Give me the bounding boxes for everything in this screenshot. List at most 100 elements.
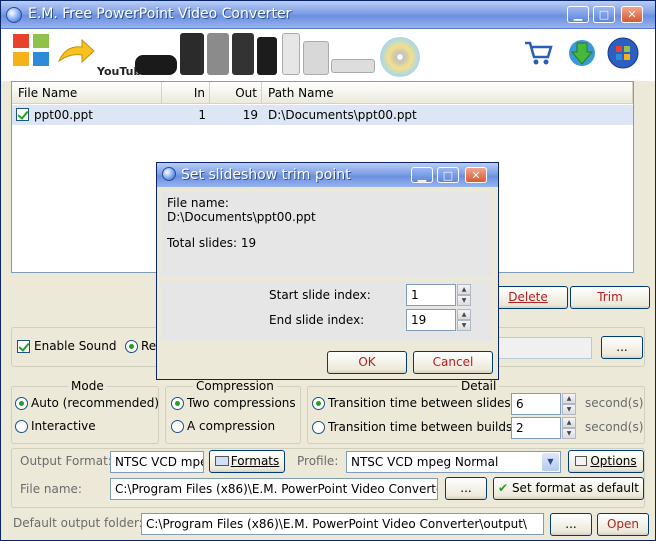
options-icon [575, 456, 588, 466]
row-out: 19 [242, 108, 258, 122]
mode-interactive-radio[interactable] [15, 420, 28, 433]
toolbar: YouTube [1, 29, 655, 81]
sound-radio[interactable] [125, 340, 138, 353]
builds-transition-spinner[interactable]: ▲ ▼ [562, 417, 576, 439]
list-header: File Name In Out Path Name [12, 82, 633, 104]
sound-browse-button[interactable]: ... [601, 336, 643, 359]
dialog-file-name-label: File name: [167, 196, 229, 210]
close-button[interactable]: ✕ [621, 6, 643, 23]
start-index-label: Start slide index: [269, 288, 371, 302]
dvd-disc-icon [380, 37, 420, 77]
output-folder-browse-button[interactable]: ... [550, 513, 592, 536]
two-compressions-label: Two compressions [187, 396, 296, 410]
output-format-field[interactable]: NTSC VCD mpe [110, 451, 204, 473]
mode-title: Mode [68, 379, 107, 393]
row-path: D:\Documents\ppt00.ppt [268, 108, 417, 122]
enable-sound-label: Enable Sound [34, 339, 117, 353]
options-button[interactable]: Options [568, 450, 644, 473]
ipod-classic-device [282, 33, 300, 75]
enable-sound-checkbox[interactable] [17, 340, 30, 353]
title-bar[interactable]: E.M. Free PowerPoint Video Converter ▁ □… [1, 1, 655, 29]
mode-auto-label: Auto (recommended) [31, 396, 160, 410]
detail-group: Detail [307, 379, 645, 444]
one-compression-radio[interactable] [171, 420, 184, 433]
file-name-field[interactable]: C:\Program Files (x86)\E.M. PowerPoint V… [110, 478, 438, 500]
column-out[interactable]: Out [210, 82, 262, 104]
slides-transition-radio[interactable] [312, 397, 325, 410]
compression-title: Compression [193, 379, 277, 393]
app-icon [6, 7, 22, 23]
profile-select[interactable]: NTSC VCD mpeg Normal ▼ [346, 451, 561, 473]
cancel-button[interactable]: Cancel [413, 351, 493, 374]
file-name-browse-button[interactable]: ... [445, 477, 487, 500]
detail-title: Detail [458, 379, 500, 393]
dialog-file-name-value: D:\Documents\ppt00.ppt [167, 210, 316, 224]
minimize-button[interactable]: ▁ [567, 6, 589, 23]
formats-icon [214, 456, 229, 466]
mode-interactive-label: Interactive [31, 419, 96, 433]
slides-unit-label: second(s) [585, 396, 644, 410]
builds-transition-input[interactable]: 2 [511, 417, 561, 439]
table-row[interactable]: ppt00.ppt 1 19 D:\Documents\ppt00.ppt [12, 105, 633, 125]
dialog-maximize-button[interactable]: □ [437, 167, 459, 183]
trim-dialog: Set slideshow trim point ▁ □ ✕ File name… [156, 162, 499, 380]
dialog-close-button[interactable]: ✕ [465, 167, 487, 183]
builds-transition-radio[interactable] [312, 421, 325, 434]
apple-tv-device [331, 59, 375, 73]
window-title: E.M. Free PowerPoint Video Converter [28, 6, 292, 22]
builds-transition-label: Transition time between builds [328, 420, 513, 434]
dialog-info-panel: File name: D:\Documents\ppt00.ppt Total … [161, 191, 492, 277]
delete-button[interactable]: Delete [488, 286, 568, 309]
set-format-default-button[interactable]: ✔ Set format as default [493, 477, 644, 500]
slides-transition-input[interactable]: 6 [511, 393, 561, 415]
output-format-label: Output Format: [20, 454, 112, 468]
office-logo [11, 32, 51, 68]
checkmark-icon: ✔ [498, 481, 509, 495]
slides-transition-spinner[interactable]: ▲ ▼ [562, 393, 576, 415]
trim-button[interactable]: Trim [570, 286, 650, 309]
one-compression-label: A compression [187, 419, 276, 433]
dialog-total-slides: Total slides: 19 [167, 236, 257, 250]
open-folder-button[interactable]: Open [597, 513, 649, 536]
compression-group: Compression [165, 379, 301, 444]
ipod-nano-device [303, 41, 329, 75]
about-icon[interactable] [607, 37, 639, 69]
ok-button[interactable]: OK [327, 351, 407, 374]
formats-button[interactable]: Formats [209, 450, 285, 473]
end-index-spinner[interactable]: ▲ ▼ [457, 309, 471, 331]
file-name-label: File name: [20, 482, 82, 496]
walkman-device [257, 37, 277, 75]
profile-label: Profile: [297, 454, 339, 468]
mode-group: Mode [11, 379, 159, 444]
start-index-input[interactable]: 1 [406, 284, 456, 306]
dialog-minimize-button[interactable]: ▁ [411, 167, 433, 183]
output-folder-field[interactable]: C:\Program Files (x86)\E.M. PowerPoint V… [141, 513, 544, 535]
download-icon[interactable] [567, 37, 597, 69]
maximize-button[interactable]: □ [593, 6, 615, 23]
sound-file-field[interactable] [498, 337, 592, 359]
two-compressions-radio[interactable] [171, 397, 184, 410]
end-index-label: End slide index: [269, 313, 365, 327]
mode-auto-radio[interactable] [15, 397, 28, 410]
dialog-title-bar[interactable]: Set slideshow trim point ▁ □ ✕ [157, 163, 498, 187]
sound-radio-label: Re [141, 339, 157, 353]
builds-unit-label: second(s) [585, 420, 644, 434]
chevron-down-icon[interactable]: ▼ [542, 453, 559, 471]
column-in[interactable]: In [162, 82, 210, 104]
row-file-name: ppt00.ppt [34, 108, 93, 122]
cart-icon[interactable] [523, 39, 553, 67]
player-device [232, 33, 254, 75]
arrow-icon [57, 38, 95, 64]
start-index-spinner[interactable]: ▲ ▼ [457, 284, 471, 306]
phone-device [180, 33, 204, 75]
output-folder-label: Default output folder: [13, 516, 143, 530]
row-checkbox[interactable] [16, 108, 29, 121]
column-path-name[interactable]: Path Name [262, 82, 633, 104]
slides-transition-label: Transition time between slides [328, 396, 511, 410]
end-index-input[interactable]: 19 [406, 309, 456, 331]
column-file-name[interactable]: File Name [12, 82, 162, 104]
psp-device [135, 55, 177, 75]
dialog-title: Set slideshow trim point [181, 167, 351, 183]
row-in: 1 [198, 108, 206, 122]
ipod-device [207, 33, 229, 75]
